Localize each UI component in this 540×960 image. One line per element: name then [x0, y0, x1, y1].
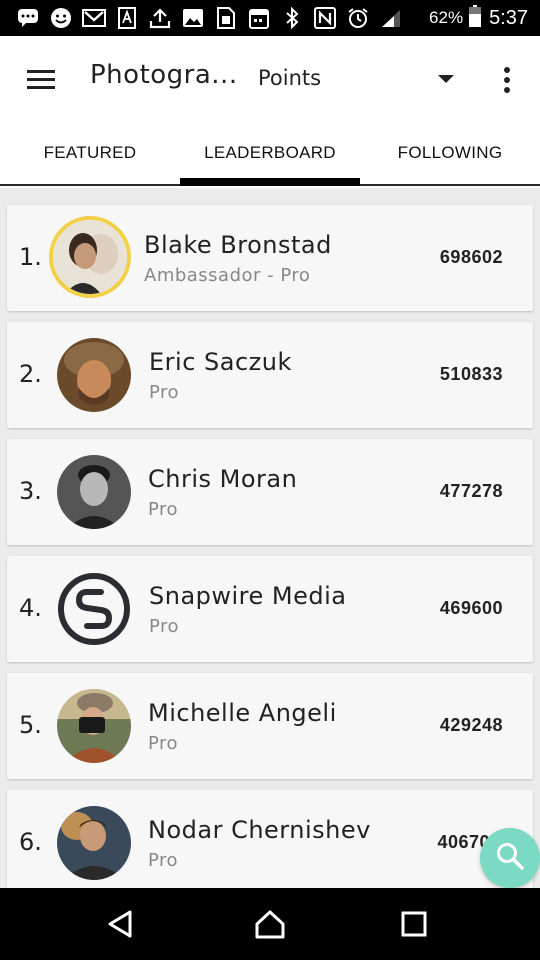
- sort-value: Points: [258, 66, 322, 90]
- user-name: Michelle Angeli: [148, 699, 337, 727]
- app-bar: Photogra... Points: [0, 36, 540, 120]
- avatar[interactable]: [49, 216, 131, 298]
- rank-number: 2.: [19, 360, 42, 388]
- caret-down-icon: [438, 75, 454, 83]
- upload-icon: [148, 6, 172, 30]
- battery-percent: 62%: [429, 8, 464, 27]
- hamburger-menu-icon[interactable]: [18, 56, 64, 102]
- more-vert-icon[interactable]: [490, 58, 524, 102]
- clock: 5:37: [489, 6, 528, 29]
- chat-icon: [16, 6, 40, 30]
- system-nav-bar: [0, 888, 540, 960]
- emoji-icon: [49, 6, 73, 30]
- rank-number: 3.: [19, 477, 42, 505]
- rank-number: 5.: [19, 711, 42, 739]
- status-bar: 62% 5:37: [0, 0, 540, 36]
- signal-icon: [379, 6, 403, 30]
- recents-icon[interactable]: [392, 902, 436, 946]
- search-fab[interactable]: [480, 828, 540, 888]
- leaderboard-row[interactable]: 1. Blake Bronstad Ambassador - Pro 69860…: [7, 205, 533, 311]
- user-name: Snapwire Media: [149, 582, 347, 610]
- user-name: Blake Bronstad: [144, 231, 332, 259]
- alarm-icon: [346, 6, 370, 30]
- leaderboard-row[interactable]: 2. Eric Saczuk Pro 510833: [7, 322, 533, 428]
- document-icon: [115, 6, 139, 30]
- leaderboard-list[interactable]: 1. Blake Bronstad Ambassador - Pro 69860…: [0, 188, 540, 888]
- home-icon[interactable]: [248, 902, 292, 946]
- rank-number: 4.: [19, 594, 42, 622]
- user-name: Chris Moran: [148, 465, 298, 493]
- user-name: Eric Saczuk: [149, 348, 292, 376]
- rank-number: 6.: [19, 828, 42, 856]
- avatar[interactable]: [57, 338, 131, 412]
- bluetooth-icon: [280, 6, 304, 30]
- tab-leaderboard[interactable]: LEADERBOARD: [180, 120, 360, 186]
- user-level: Pro: [148, 733, 179, 754]
- tab-featured[interactable]: FEATURED: [0, 120, 180, 186]
- notification-icons: [0, 6, 403, 30]
- nfc-icon: [313, 6, 337, 30]
- battery-icon: [469, 5, 482, 31]
- image-icon: [181, 6, 205, 30]
- calendar-icon: [247, 6, 271, 30]
- leaderboard-row[interactable]: 5. Michelle Angeli Pro 429248: [7, 673, 533, 779]
- leaderboard-row[interactable]: 4. Snapwire Media Pro 469600: [7, 556, 533, 662]
- avatar[interactable]: [57, 806, 131, 880]
- tab-following[interactable]: FOLLOWING: [360, 120, 540, 186]
- sort-dropdown[interactable]: Points: [258, 56, 468, 100]
- points-value: 698602: [439, 247, 503, 267]
- status-right: 62% 5:37: [429, 0, 528, 36]
- points-value: 429248: [439, 715, 503, 735]
- back-icon[interactable]: [98, 902, 142, 946]
- user-level: Pro: [148, 499, 179, 520]
- avatar[interactable]: [57, 689, 131, 763]
- avatar[interactable]: [57, 455, 131, 529]
- tab-bar: FEATURED LEADERBOARD FOLLOWING: [0, 120, 540, 186]
- points-value: 510833: [439, 364, 503, 384]
- avatar[interactable]: [57, 572, 131, 646]
- gmail-icon: [82, 6, 106, 30]
- leaderboard-row[interactable]: 6. Nodar Chernishev Pro 40670: [7, 790, 533, 888]
- user-level: Pro: [148, 850, 179, 871]
- leaderboard-row[interactable]: 3. Chris Moran Pro 477278: [7, 439, 533, 545]
- search-icon: [495, 841, 525, 875]
- sim-card-icon: [214, 6, 238, 30]
- user-level: Pro: [149, 616, 180, 637]
- user-name: Nodar Chernishev: [148, 816, 371, 844]
- user-level: Pro: [149, 382, 180, 403]
- page-title: Photogra...: [90, 60, 238, 90]
- user-level: Ambassador - Pro: [144, 265, 311, 286]
- points-value: 469600: [439, 598, 503, 618]
- rank-number: 1.: [19, 243, 42, 271]
- active-tab-indicator: [180, 178, 360, 186]
- points-value: 477278: [439, 481, 503, 501]
